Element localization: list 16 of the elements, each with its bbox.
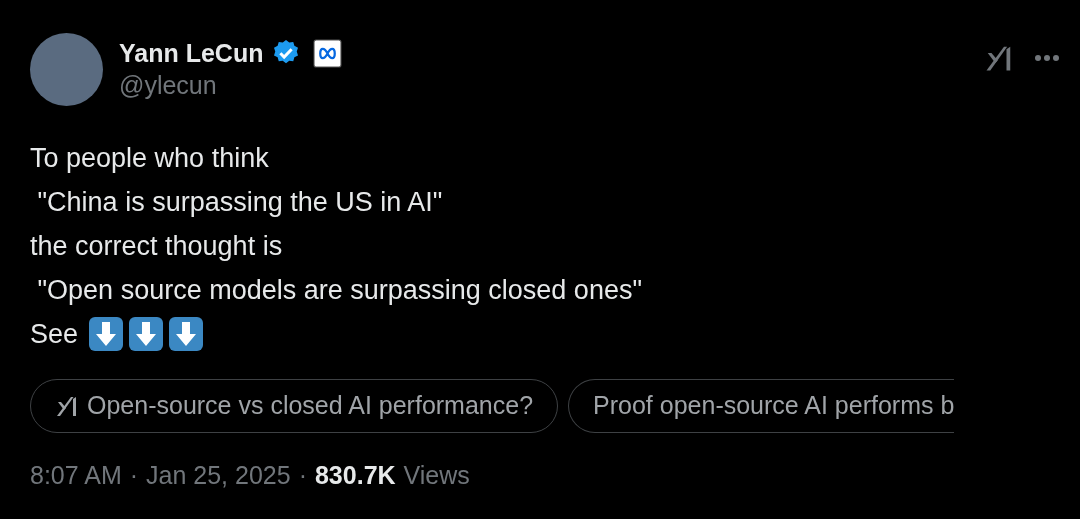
grok-logo-icon bbox=[55, 394, 79, 418]
tweet-text: the correct thought is bbox=[30, 229, 283, 263]
tweet-text: See bbox=[30, 317, 79, 351]
affiliation-logo-icon bbox=[313, 38, 343, 68]
author-handle: @ylecun bbox=[119, 70, 218, 101]
tweet-date[interactable]: Jan 25, 2025 bbox=[146, 457, 291, 495]
view-count: 830.7K bbox=[314, 460, 396, 491]
tweet-text: "China is surpassing the US in AI" bbox=[36, 185, 443, 219]
separator-dot: · bbox=[298, 460, 307, 491]
views-label: Views bbox=[403, 460, 470, 491]
more-icon[interactable] bbox=[1034, 54, 1060, 62]
separator-dot: · bbox=[129, 460, 139, 491]
tweet-text: "Open source models are surpassing closed ones" bbox=[36, 273, 642, 307]
tweet-text: To people who think bbox=[30, 141, 269, 175]
author-name[interactable]: Yann LeCun bbox=[119, 37, 264, 69]
tweet-time[interactable]: 8:07 AM bbox=[30, 457, 122, 495]
